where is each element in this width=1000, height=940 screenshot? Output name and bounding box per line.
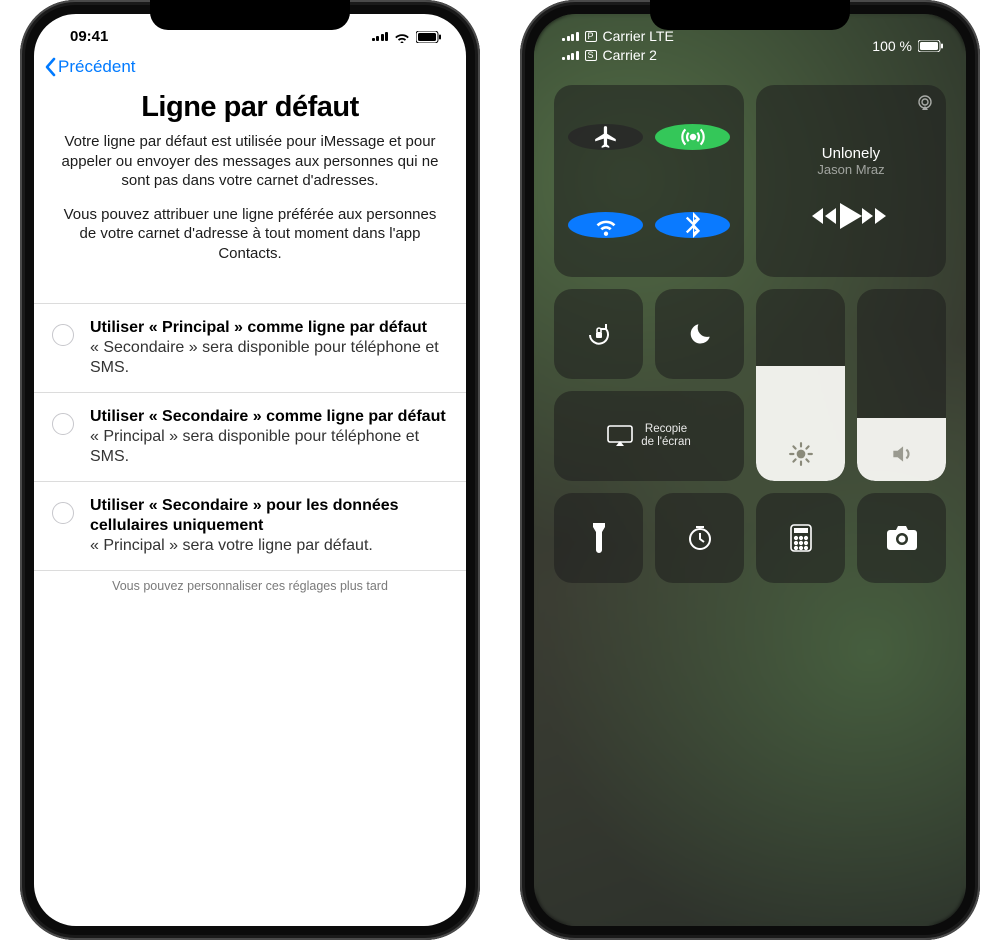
wifi-icon [593,212,619,238]
rotation-lock-icon [584,319,614,349]
play-button[interactable] [840,203,862,229]
camera-button[interactable] [857,493,946,583]
notch [650,0,850,30]
footer-note: Vous pouvez personnaliser ces réglages p… [34,571,466,593]
carrier-secondary: S Carrier 2 [562,47,674,63]
speaker-icon [889,441,915,467]
signal-icon [562,28,579,44]
intro-paragraph-1: Votre ligne par défaut est utilisée pour… [56,132,444,191]
connectivity-group [554,85,744,277]
do-not-disturb-toggle[interactable] [655,289,744,379]
carrier-primary: P Carrier LTE [562,28,674,44]
back-button[interactable]: Précédent [34,45,466,85]
battery-icon [416,31,442,43]
battery-status: 100 % [872,28,944,63]
calculator-button[interactable] [756,493,845,583]
header-block: Ligne par défaut Votre ligne par défaut … [34,85,466,285]
option-title: Utiliser « Secondaire » comme ligne par … [90,407,450,427]
screen-mirror-icon [607,425,633,447]
cellular-data-toggle[interactable] [655,124,730,150]
sun-icon [788,441,814,467]
carrier-name: Carrier LTE [603,28,674,44]
timer-icon [686,524,714,552]
flashlight-button[interactable] [554,493,643,583]
back-label: Précédent [58,57,136,77]
status-indicators [372,28,443,45]
track-title: Unlonely [817,145,884,162]
next-track-button[interactable] [862,206,890,226]
cellular-icon [372,28,389,45]
airplane-icon [593,124,619,150]
carrier-stack: P Carrier LTE S Carrier 2 [562,28,674,63]
wifi-toggle[interactable] [568,212,643,238]
screen-control-center: P Carrier LTE S Carrier 2 100 % [534,14,966,926]
camera-icon [887,526,917,550]
option-sub: « Principal » sera disponible pour télép… [90,427,450,467]
radio-unchecked-icon [52,324,74,346]
airplay-icon [916,95,934,111]
wifi-icon [394,31,410,43]
antenna-icon [680,124,706,150]
status-time: 09:41 [70,28,108,45]
bluetooth-toggle[interactable] [655,212,730,238]
bluetooth-icon [682,212,704,238]
carrier-name: Carrier 2 [603,47,657,63]
calculator-icon [790,524,812,552]
phone-right: P Carrier LTE S Carrier 2 100 % [520,0,980,940]
previous-track-button[interactable] [812,206,840,226]
brightness-slider[interactable] [756,289,845,481]
options-list: Utiliser « Principal » comme ligne par d… [34,303,466,571]
screen-settings: 09:41 Précédent [34,14,466,926]
moon-icon [687,321,713,347]
battery-icon [918,40,944,52]
chevron-left-icon [44,57,56,77]
notch [150,0,350,30]
orientation-lock-toggle[interactable] [554,289,643,379]
radio-unchecked-icon [52,502,74,524]
battery-percent: 100 % [872,38,912,54]
option-title: Utiliser « Principal » comme ligne par d… [90,318,450,338]
radio-unchecked-icon [52,413,74,435]
option-secondary[interactable]: Utiliser « Secondaire » comme ligne par … [34,393,466,482]
option-sub: « Secondaire » sera disponible pour télé… [90,338,450,378]
track-artist: Jason Mraz [817,162,884,177]
phone-left: 09:41 Précédent [20,0,480,940]
mirror-label-2: de l'écran [641,436,691,449]
sim-badge: S [585,50,597,61]
intro-paragraph-2: Vous pouvez attribuer une ligne préférée… [56,205,444,264]
option-data-only[interactable]: Utiliser « Secondaire » pour les données… [34,482,466,571]
mirror-label-1: Recopie [641,423,691,436]
airplane-mode-toggle[interactable] [568,124,643,150]
flashlight-icon [590,523,608,553]
sim-badge: P [585,31,597,42]
option-primary[interactable]: Utiliser « Principal » comme ligne par d… [34,304,466,393]
now-playing-tile[interactable]: Unlonely Jason Mraz [756,85,946,277]
signal-icon [562,47,579,63]
option-sub: « Principal » sera votre ligne par défau… [90,536,450,556]
timer-button[interactable] [655,493,744,583]
option-title: Utiliser « Secondaire » pour les données… [90,496,450,536]
page-title: Ligne par défaut [56,91,444,124]
screen-mirroring-button[interactable]: Recopie de l'écran [554,391,744,481]
volume-slider[interactable] [857,289,946,481]
control-center-grid: Unlonely Jason Mraz [534,69,966,599]
